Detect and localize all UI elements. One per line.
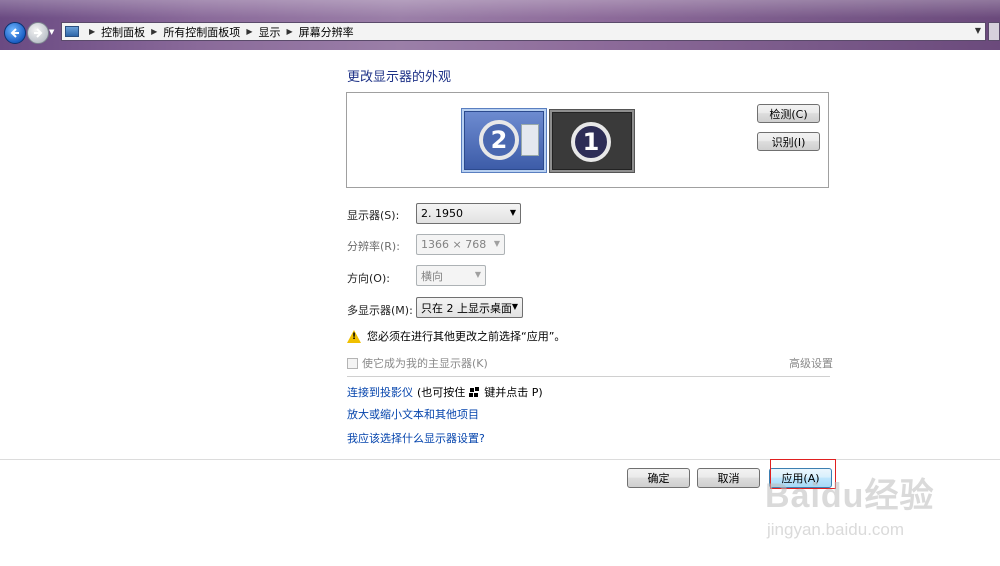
watermark-brand: Baidu经验 bbox=[765, 477, 935, 515]
apply-warning: ! 您必须在进行其他更改之前选择“应用”。 bbox=[347, 328, 565, 344]
chevron-right-icon[interactable]: ▶ bbox=[89, 27, 95, 36]
detect-button[interactable]: 检测(C) bbox=[757, 104, 820, 123]
chevron-right-icon[interactable]: ▶ bbox=[151, 27, 157, 36]
warning-icon: ! bbox=[347, 329, 361, 343]
advanced-settings-link[interactable]: 高级设置 bbox=[789, 355, 833, 371]
monitor-preview-panel: 2 1 检测(C) 识别(I) bbox=[346, 92, 829, 188]
which-settings-link[interactable]: 我应该选择什么显示器设置? bbox=[347, 430, 485, 446]
text-size-link[interactable]: 放大或缩小文本和其他项目 bbox=[347, 406, 479, 422]
display-select[interactable]: 2. 1950 ▼ bbox=[416, 203, 521, 224]
monitor-1-number: 1 bbox=[571, 122, 611, 162]
projector-hint-suffix: 键并点击 P) bbox=[484, 386, 543, 399]
resolution-select-value: 1366 × 768 bbox=[421, 238, 487, 251]
arrow-right-icon bbox=[34, 28, 43, 38]
projector-hint-prefix: (也可按住 bbox=[417, 386, 466, 399]
multi-display-label: 多显示器(M): bbox=[347, 304, 413, 317]
breadcrumb-all-items[interactable]: 所有控制面板项 bbox=[163, 24, 240, 40]
monitor-2-tile[interactable]: 2 bbox=[461, 108, 547, 173]
breadcrumb-control-panel[interactable]: 控制面板 bbox=[101, 24, 145, 40]
refresh-button[interactable] bbox=[988, 22, 1000, 41]
display-select-value: 2. 1950 bbox=[421, 207, 463, 220]
chevron-right-icon[interactable]: ▶ bbox=[286, 27, 292, 36]
identify-button[interactable]: 识别(I) bbox=[757, 132, 820, 151]
watermark-url: jingyan.baidu.com bbox=[767, 520, 905, 539]
breadcrumb-screen-resolution[interactable]: 屏幕分辨率 bbox=[299, 24, 354, 40]
orientation-select: 横向 ▼ bbox=[416, 265, 486, 286]
divider bbox=[347, 376, 830, 377]
display-label: 显示器(S): bbox=[347, 209, 400, 222]
main-display-checkbox-row: 使它成为我的主显示器(K) bbox=[347, 355, 488, 371]
aero-glass-band bbox=[0, 0, 1000, 18]
resolution-select: 1366 × 768 ▼ bbox=[416, 234, 505, 255]
orientation-select-value: 横向 bbox=[421, 269, 443, 283]
control-panel-icon bbox=[65, 26, 79, 37]
breadcrumb-display[interactable]: 显示 bbox=[258, 24, 280, 40]
connect-projector-link[interactable]: 连接到投影仪 bbox=[347, 384, 413, 400]
warning-text: 您必须在进行其他更改之前选择“应用”。 bbox=[367, 330, 566, 343]
monitor-1-tile[interactable]: 1 bbox=[549, 109, 635, 173]
baidu-watermark: Baidu经验 jingyan.baidu.com bbox=[765, 458, 985, 548]
chevron-down-icon[interactable]: ▼ bbox=[975, 26, 981, 35]
page-title: 更改显示器的外观 bbox=[347, 70, 452, 85]
main-display-checkbox-label: 使它成为我的主显示器(K) bbox=[362, 357, 488, 370]
multi-display-select-value: 只在 2 上显示桌面 bbox=[421, 301, 512, 315]
window-icon bbox=[521, 124, 539, 156]
recent-pages-dropdown[interactable]: ▼ bbox=[49, 28, 57, 36]
chevron-down-icon: ▼ bbox=[511, 302, 518, 311]
address-bar[interactable]: ▶ 控制面板 ▶ 所有控制面板项 ▶ 显示 ▶ 屏幕分辨率 ▼ bbox=[61, 22, 986, 41]
chevron-down-icon: ▼ bbox=[509, 208, 516, 217]
multi-display-select[interactable]: 只在 2 上显示桌面 ▼ bbox=[416, 297, 523, 318]
chevron-down-icon: ▼ bbox=[474, 270, 481, 279]
forward-button[interactable] bbox=[27, 22, 49, 44]
monitor-1-screen: 1 bbox=[552, 112, 632, 170]
chevron-right-icon[interactable]: ▶ bbox=[246, 27, 252, 36]
chevron-down-icon: ▼ bbox=[493, 239, 500, 248]
monitor-2-number: 2 bbox=[479, 120, 519, 160]
monitor-2-screen: 2 bbox=[464, 111, 544, 170]
resolution-label: 分辨率(R): bbox=[347, 240, 400, 253]
ok-button[interactable]: 确定 bbox=[627, 468, 690, 488]
back-button[interactable] bbox=[4, 22, 26, 44]
windows-logo-icon bbox=[469, 386, 480, 398]
projector-row: 连接到投影仪 (也可按住 键并点击 P) bbox=[347, 384, 543, 400]
main-display-checkbox bbox=[347, 357, 358, 369]
arrow-left-icon bbox=[10, 28, 19, 38]
orientation-label: 方向(O): bbox=[347, 272, 390, 285]
cancel-button[interactable]: 取消 bbox=[697, 468, 760, 488]
